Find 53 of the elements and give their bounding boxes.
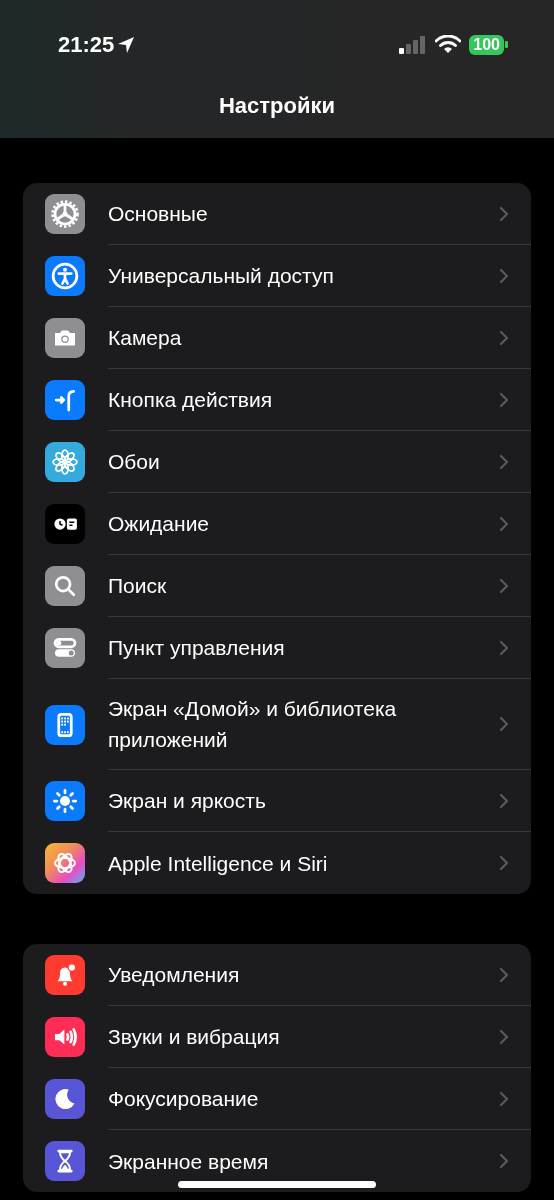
- chevron-icon: [499, 267, 509, 284]
- settings-row[interactable]: Основные: [23, 183, 531, 245]
- settings-row[interactable]: Экранное время: [23, 1130, 531, 1192]
- row-label: Универсальный доступ: [108, 263, 335, 289]
- settings-row[interactable]: Обои: [23, 431, 531, 493]
- settings-row[interactable]: Apple Intelligence и Siri: [23, 832, 531, 894]
- chevron-icon: [499, 966, 509, 983]
- settings-row[interactable]: Универсальный доступ: [23, 245, 531, 307]
- settings-row[interactable]: Поиск: [23, 555, 531, 617]
- chevron-icon: [499, 1028, 509, 1045]
- page-title: Настройки: [218, 93, 336, 118]
- row-label: Обои: [108, 449, 161, 475]
- chevron-icon: [499, 515, 509, 532]
- chevron-icon: [499, 577, 509, 594]
- cellular-signal-icon: [399, 35, 428, 54]
- settings-row[interactable]: Фокусирование: [23, 1068, 531, 1130]
- chevron-icon: [499, 1090, 509, 1107]
- battery-level: 100: [469, 34, 504, 55]
- chevron-icon: [499, 792, 509, 809]
- settings-row[interactable]: Ожидание: [23, 493, 531, 555]
- row-label: Экранное время: [108, 1148, 270, 1175]
- row-label: Основные: [108, 201, 209, 227]
- row-label: Камера: [108, 325, 183, 351]
- settings-row[interactable]: Уведомления: [23, 944, 531, 1006]
- chevron-icon: [499, 855, 509, 871]
- row-label: Звуки и вибрация: [108, 1024, 281, 1050]
- wifi-icon: [435, 35, 462, 54]
- battery-cap-icon: [505, 41, 508, 48]
- status-time: 21:25: [58, 31, 115, 59]
- row-label: Фокусирование: [108, 1086, 260, 1112]
- row-label: Пункт управления: [108, 635, 286, 661]
- chevron-icon: [499, 329, 509, 346]
- settings-row[interactable]: Камера: [23, 307, 531, 369]
- row-label: Экран «Домой» и библиотека приложений: [108, 696, 398, 753]
- row-label: Кнопка действия: [108, 387, 274, 413]
- row-label: Уведомления: [108, 962, 241, 988]
- row-label: Ожидание: [108, 511, 211, 537]
- chevron-icon: [499, 716, 509, 732]
- settings-row[interactable]: Звуки и вибрация: [23, 1006, 531, 1068]
- settings-row[interactable]: Кнопка действия: [23, 369, 531, 431]
- chevron-icon: [499, 639, 509, 656]
- row-label: Экран и яркость: [108, 788, 267, 814]
- chevron-icon: [499, 1153, 509, 1169]
- settings-row[interactable]: Экран и яркость: [23, 770, 531, 832]
- orbit-icon: [45, 843, 85, 883]
- row-label: Поиск: [108, 573, 168, 599]
- settings-row[interactable]: Экран «Домой» и библиотека приложений: [23, 679, 531, 770]
- chevron-icon: [499, 391, 509, 408]
- chevron-icon: [499, 453, 509, 470]
- row-label: Apple Intelligence и Siri: [108, 850, 329, 877]
- settings-row[interactable]: Пункт управления: [23, 617, 531, 679]
- location-arrow-icon: [117, 35, 136, 54]
- chevron-icon: [499, 205, 509, 222]
